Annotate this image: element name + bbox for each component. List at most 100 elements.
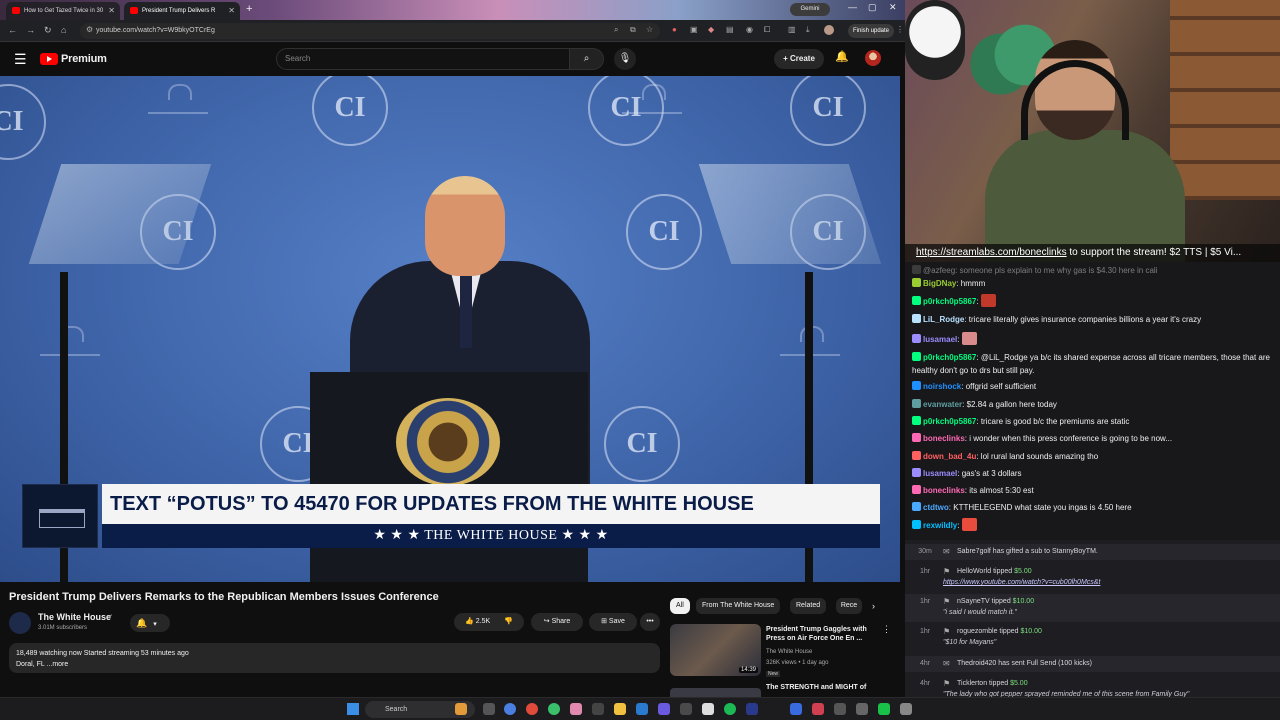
- chat-username[interactable]: lusamael: [923, 335, 957, 344]
- chat-username[interactable]: boneclinks: [923, 486, 965, 495]
- forward-icon[interactable]: →: [26, 25, 35, 35]
- tab-trump[interactable]: President Trump Delivers R ✕: [124, 2, 240, 20]
- close-tab-icon[interactable]: ✕: [108, 2, 115, 20]
- chip-all[interactable]: All: [670, 598, 690, 614]
- app-icon[interactable]: [878, 703, 890, 715]
- widget-icon[interactable]: [455, 703, 467, 715]
- video-player[interactable]: CI CI CI CI CI CI CI CI CI: [0, 76, 900, 582]
- file-explorer-icon[interactable]: [614, 703, 626, 715]
- install-icon[interactable]: ⧉: [630, 25, 636, 35]
- download-icon[interactable]: ⤓: [806, 25, 810, 35]
- event-username[interactable]: roguezomble: [957, 628, 997, 635]
- sidepanel-icon[interactable]: ▥: [788, 25, 796, 34]
- app-icon[interactable]: [746, 703, 758, 715]
- site-info-icon[interactable]: ⚙: [86, 25, 93, 34]
- home-icon[interactable]: ⌂: [61, 25, 66, 35]
- chip-from-channel[interactable]: From The White House: [696, 598, 781, 614]
- app-icon[interactable]: [680, 703, 692, 715]
- back-icon[interactable]: ←: [8, 25, 17, 35]
- chat-username[interactable]: noirshock: [923, 382, 961, 391]
- search-input[interactable]: Search: [276, 48, 570, 70]
- channel-avatar[interactable]: [9, 612, 31, 634]
- event-tipped-label: tipped: [991, 598, 1011, 605]
- chat-username[interactable]: boneclinks: [923, 434, 965, 443]
- chevron-right-icon[interactable]: ›: [872, 601, 875, 611]
- chat-username[interactable]: LiL_Rodge: [923, 315, 964, 324]
- chrome-icon[interactable]: [548, 703, 560, 715]
- chat-username[interactable]: p0rkch0p5867: [923, 297, 976, 306]
- menu-kebab-icon[interactable]: ⋮: [896, 25, 904, 34]
- chat-username[interactable]: p0rkch0p5867: [923, 353, 976, 362]
- streamlabs-link[interactable]: https://streamlabs.com/boneclinks: [916, 247, 1067, 258]
- task-view-icon[interactable]: [483, 703, 495, 715]
- new-tab-button[interactable]: +: [246, 3, 252, 15]
- notifications-bell-icon[interactable]: 🔔: [835, 50, 849, 63]
- related-video-title[interactable]: The STRENGTH and MIGHT of: [766, 684, 866, 691]
- account-avatar[interactable]: [865, 50, 881, 66]
- chip-related[interactable]: Related: [790, 598, 827, 614]
- extension-icon[interactable]: ▣: [690, 25, 698, 34]
- extension-icon[interactable]: ●: [672, 25, 677, 34]
- show-more-link[interactable]: ...more: [46, 661, 68, 668]
- like-dislike-button[interactable]: 👍 2.5K 👎: [454, 613, 524, 631]
- related-thumbnail[interactable]: 14:39: [670, 624, 761, 676]
- extension-icon[interactable]: ◉: [746, 25, 753, 34]
- start-windows-icon[interactable]: [347, 703, 359, 715]
- event-username[interactable]: Ticklerton: [957, 680, 987, 687]
- app-icon[interactable]: [900, 703, 912, 715]
- close-window-icon[interactable]: ✕: [889, 2, 897, 13]
- share-button[interactable]: ↪ Share: [531, 613, 583, 631]
- chat-username[interactable]: rexwildly: [923, 521, 957, 530]
- url-field[interactable]: youtube.com/watch?v=W9bkyOTCrEg: [80, 23, 660, 39]
- zoom-icon[interactable]: ⌕: [614, 25, 618, 35]
- channel-name[interactable]: The White House: [38, 612, 111, 622]
- minimize-icon[interactable]: —: [848, 2, 857, 12]
- chat-username[interactable]: evanwater: [923, 400, 962, 409]
- close-tab-icon[interactable]: ✕: [228, 2, 235, 20]
- chat-username[interactable]: lusamael: [923, 469, 957, 478]
- extension-icon[interactable]: ▤: [726, 25, 734, 34]
- subscribed-bell-button[interactable]: 🔔 ▾: [130, 614, 170, 632]
- reload-icon[interactable]: ↻: [44, 25, 52, 36]
- bookmark-star-icon[interactable]: ☆: [646, 25, 653, 34]
- related-video-title[interactable]: President Trump Gaggles with Press on Ai…: [766, 625, 880, 643]
- search-button[interactable]: ⌕: [570, 48, 604, 70]
- app-icon[interactable]: [790, 703, 802, 715]
- chat-username[interactable]: BigDNay: [923, 279, 956, 288]
- edge-icon[interactable]: [504, 703, 516, 715]
- maximize-icon[interactable]: ▢: [868, 2, 877, 13]
- related-thumbnail[interactable]: [670, 688, 761, 697]
- create-button[interactable]: + Create: [774, 49, 824, 69]
- app-icon[interactable]: [812, 703, 824, 715]
- profile-avatar[interactable]: [824, 25, 834, 35]
- chrome-icon[interactable]: [526, 703, 538, 715]
- tab-tazed[interactable]: How to Get Tazed Twice in 30 ✕: [6, 2, 120, 20]
- app-icon[interactable]: [834, 703, 846, 715]
- thumbs-down-icon[interactable]: 👎: [504, 618, 513, 625]
- voice-search-button[interactable]: 🎙: [614, 48, 636, 70]
- spotify-icon[interactable]: [724, 703, 736, 715]
- hamburger-menu-icon[interactable]: ☰: [14, 51, 27, 68]
- more-actions-button[interactable]: •••: [640, 613, 660, 631]
- app-icon[interactable]: [856, 703, 868, 715]
- description-box[interactable]: 18,489 watching now Started streaming 53…: [9, 643, 660, 673]
- event-username[interactable]: nSayneTV: [957, 598, 990, 605]
- gemini-button[interactable]: Gemini: [790, 3, 830, 16]
- chat-username[interactable]: ctdtwo: [923, 503, 949, 512]
- finish-update-button[interactable]: Finish update: [848, 24, 894, 38]
- save-button[interactable]: ⊞ Save: [589, 613, 637, 631]
- event-username[interactable]: HelloWorld: [957, 568, 991, 575]
- kebab-menu-icon[interactable]: ⋮: [882, 624, 891, 635]
- terminal-icon[interactable]: [592, 703, 604, 715]
- chat-username[interactable]: p0rkch0p5867: [923, 417, 976, 426]
- app-icon[interactable]: [702, 703, 714, 715]
- extensions-puzzle-icon[interactable]: ⧠: [764, 25, 770, 35]
- app-icon[interactable]: [570, 703, 582, 715]
- discord-icon[interactable]: [658, 703, 670, 715]
- chat-username[interactable]: down_bad_4u: [923, 452, 976, 461]
- extension-icon[interactable]: ◆: [708, 25, 714, 34]
- tip-message-link[interactable]: https://www.youtube.com/watch?v=cub00lh0…: [943, 579, 1100, 586]
- youtube-premium-logo[interactable]: Premium: [40, 52, 107, 66]
- app-icon[interactable]: [636, 703, 648, 715]
- chip-recent[interactable]: Rece: [836, 598, 862, 614]
